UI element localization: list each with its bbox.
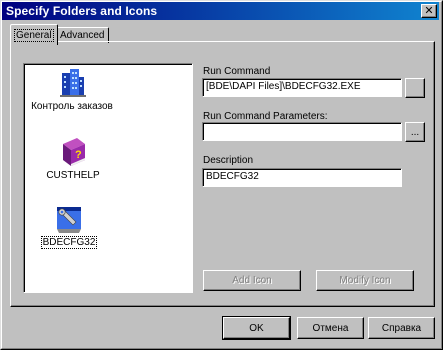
- cancel-button[interactable]: Отмена: [297, 317, 364, 339]
- buildings-icon: [56, 67, 88, 99]
- add-icon-button[interactable]: Add Icon: [203, 270, 301, 291]
- help-book-icon: ?: [57, 136, 89, 168]
- run-params-browse-button[interactable]: ...: [405, 122, 425, 142]
- run-params-label: Run Command Parameters:: [203, 111, 328, 122]
- modify-icon-button[interactable]: Modify Icon: [316, 270, 414, 291]
- list-item-bdecfg32[interactable]: BDECFG32: [9, 203, 129, 249]
- description-label: Description: [203, 155, 254, 166]
- help-button[interactable]: Справка: [368, 317, 435, 339]
- icon-list[interactable]: Контроль заказов ? CUSTHELP BDECFG32: [23, 63, 193, 293]
- list-item-custhelp[interactable]: ? CUSTHELP: [13, 136, 133, 181]
- tab-general[interactable]: General: [10, 24, 58, 45]
- list-item-label: BDECFG32: [40, 236, 98, 249]
- tab-advanced-label: Advanced: [60, 30, 105, 41]
- svg-text:?: ?: [75, 149, 82, 161]
- close-button[interactable]: ✕: [421, 4, 437, 18]
- run-command-label: Run Command: [203, 66, 271, 77]
- description-field[interactable]: BDECFG32: [202, 168, 402, 187]
- close-icon: ✕: [424, 4, 434, 17]
- list-item-kontrol-zakazov[interactable]: Контроль заказов: [12, 67, 132, 112]
- title-bar[interactable]: Specify Folders and Icons ✕: [2, 2, 439, 20]
- window-title: Specify Folders and Icons: [6, 4, 158, 18]
- run-command-field[interactable]: [BDE\DAPI Files]\BDECFG32.EXE: [202, 78, 402, 97]
- run-command-browse-button[interactable]: [405, 78, 425, 98]
- wrench-config-icon: [53, 203, 85, 235]
- run-params-field[interactable]: [202, 122, 402, 141]
- ok-button[interactable]: OK: [222, 316, 291, 340]
- tab-general-label: General: [14, 28, 54, 42]
- list-item-label: CUSTHELP: [46, 170, 100, 181]
- list-item-label: Контроль заказов: [31, 101, 113, 112]
